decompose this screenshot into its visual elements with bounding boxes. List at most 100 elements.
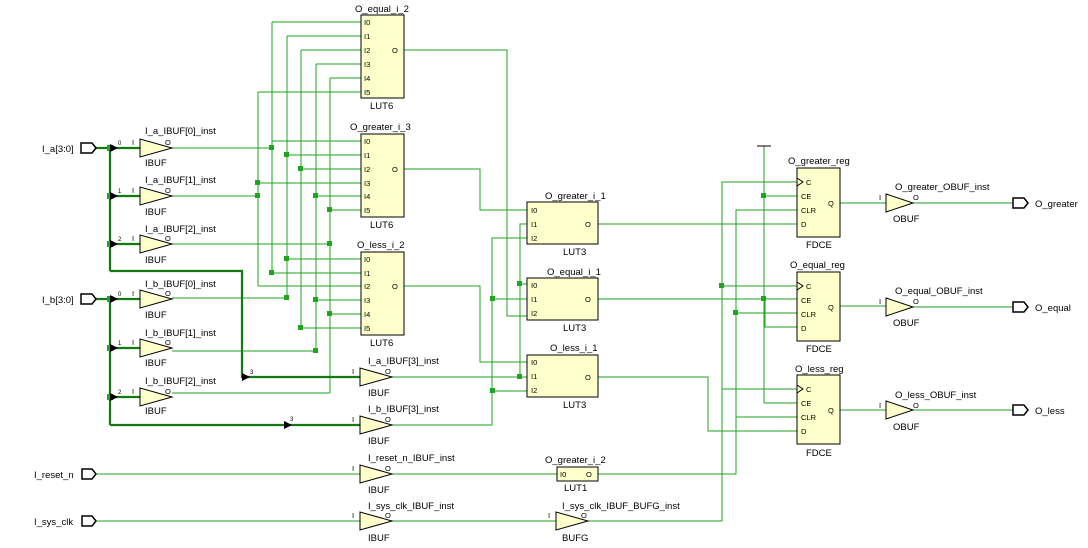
lut-lt1[interactable]: O_less_i_1 I0 I1 I2 O LUT3 <box>526 343 599 411</box>
pin-label: I <box>548 511 550 520</box>
output-port-greater[interactable]: O_greater <box>1012 197 1078 210</box>
bit-label: 0 <box>118 292 122 298</box>
pin-label: C <box>806 282 812 291</box>
cell-type: IBUF <box>145 406 167 417</box>
cell-name: I_sys_clk_IBUF_BUFG_inst <box>562 501 680 512</box>
pin-label: O <box>585 220 591 229</box>
pin-label: I <box>132 387 134 396</box>
pin-label: I <box>352 464 354 473</box>
input-port-b[interactable]: I_b[3:0] <box>42 293 97 306</box>
port-label: O_less <box>1035 406 1065 417</box>
pin-label: O <box>165 138 171 147</box>
pin-label: I3 <box>364 60 370 69</box>
input-port-a[interactable]: I_a[3:0] <box>42 142 97 155</box>
pin-label: O <box>165 289 171 298</box>
cell-type: LUT3 <box>563 400 586 411</box>
pin-label: I <box>879 193 881 202</box>
pin-label: O <box>913 401 919 410</box>
pin-label: I0 <box>531 281 537 290</box>
pin-label: O <box>385 415 391 424</box>
pin-label: O <box>165 387 171 396</box>
pin-label: Q <box>828 199 834 208</box>
pin-label: CE <box>801 296 811 305</box>
cell-type: LUT1 <box>564 483 587 494</box>
pin-label: I5 <box>364 324 370 333</box>
lut-eq1[interactable]: O_equal_i_1 I0 I1 I2 O LUT3 <box>526 267 601 334</box>
cell-type: FDCE <box>806 344 832 355</box>
ibuf-b2[interactable]: I_b_IBUF[2]_inst I O IBUF <box>132 376 216 417</box>
port-arrow-icon <box>1012 404 1029 416</box>
lut-gt1[interactable]: O_greater_i_1 I0 I1 I2 O LUT3 <box>526 191 606 258</box>
port-arrow-icon <box>1012 197 1029 209</box>
input-port-clk[interactable]: I_sys_clk <box>34 515 97 528</box>
bit-label: 2 <box>118 237 122 243</box>
pin-label: I <box>132 234 134 243</box>
cell-name: O_greater_i_1 <box>545 191 606 202</box>
ibuf-clk[interactable]: I_sys_clk_IBUF_inst I O IBUF <box>352 501 454 544</box>
cell-name: O_equal_OBUF_inst <box>895 286 983 297</box>
port-arrow-icon <box>80 142 97 154</box>
pin-label: I <box>879 401 881 410</box>
pin-label: O <box>165 186 171 195</box>
port-arrow-icon <box>81 515 97 527</box>
pin-label: I3 <box>364 179 370 188</box>
pin-label: I0 <box>531 358 537 367</box>
pin-label: Q <box>828 406 834 415</box>
pin-label: I5 <box>364 206 370 215</box>
schematic-canvas: 0 1 2 0 1 2 3 3 I_a[3:0] I_b[3:0] I_rese… <box>34 4 1078 544</box>
cell-type: IBUF <box>145 158 167 169</box>
cell-type: IBUF <box>368 485 390 496</box>
port-label: I_reset_n <box>34 470 74 481</box>
bit-label: 1 <box>118 341 122 347</box>
pin-label: O <box>385 511 391 520</box>
pin-label: I2 <box>531 386 537 395</box>
cell-name: O_less_i_2 <box>357 240 405 251</box>
pin-label: I0 <box>364 137 370 146</box>
port-arrow-icon <box>80 293 97 305</box>
cell-name: O_greater_reg <box>788 156 850 167</box>
input-port-reset[interactable]: I_reset_n <box>34 468 97 481</box>
bit-label: 2 <box>118 390 122 396</box>
cell-name: O_greater_i_3 <box>350 122 411 133</box>
cell-name: I_b_IBUF[1]_inst <box>145 328 216 339</box>
bufg-clk[interactable]: I_sys_clk_IBUF_BUFG_inst I O BUFG <box>548 501 680 544</box>
lut-eq2[interactable]: O_equal_i_2 I0 I1 I2 I3 I4 I5 O LUT6 <box>355 4 409 112</box>
pin-label: I <box>879 297 881 306</box>
pin-label: O <box>586 470 592 479</box>
cell-type: BUFG <box>562 533 588 544</box>
pin-label: I1 <box>531 295 537 304</box>
cell-name: O_equal_reg <box>790 260 845 271</box>
pin-label: I <box>132 138 134 147</box>
pin-label: D <box>801 220 807 229</box>
pin-label: I4 <box>364 310 370 319</box>
cell-type: IBUF <box>145 310 167 321</box>
ibuf-b1[interactable]: I_b_IBUF[1]_inst I O IBUF <box>132 328 216 369</box>
cell-type: OBUF <box>893 318 920 329</box>
reg-less[interactable]: O_less_reg C CE CLR D Q FDCE <box>795 364 844 459</box>
pin-label: CLR <box>801 310 817 319</box>
cell-type: IBUF <box>368 388 390 399</box>
cell-name: I_b_IBUF[0]_inst <box>145 279 216 290</box>
cell-type: IBUF <box>145 358 167 369</box>
cell-type: LUT3 <box>563 247 586 258</box>
ibuf-b0[interactable]: I_b_IBUF[0]_inst I O IBUF <box>132 279 216 321</box>
cell-body <box>360 14 405 99</box>
lut-lt2[interactable]: O_less_i_2 I0 I1 I2 I3 I4 I5 O LUT6 <box>357 240 405 349</box>
pin-label: O <box>385 464 391 473</box>
cell-type: LUT6 <box>370 101 393 112</box>
output-port-equal[interactable]: O_equal <box>1012 301 1071 314</box>
reg-equal[interactable]: O_equal_reg C CE CLR D Q FDCE <box>790 260 845 355</box>
pin-label: O <box>585 373 591 382</box>
bit-label: 3 <box>290 417 294 423</box>
pin-label: I1 <box>364 32 370 41</box>
port-label: O_greater <box>1035 199 1078 210</box>
lut-gt3[interactable]: O_greater_i_3 I0 I1 I2 I3 I4 I5 O LUT6 <box>350 122 411 231</box>
pin-label: O <box>392 46 398 55</box>
output-port-less[interactable]: O_less <box>1012 404 1065 417</box>
obuf-less[interactable]: O_less_OBUF_inst I O OBUF <box>879 390 977 433</box>
pin-label: O <box>165 338 171 347</box>
pin-label: I1 <box>531 220 537 229</box>
pin-label: CLR <box>801 206 817 215</box>
ibuf-a2[interactable]: I_a_IBUF[2]_inst I O IBUF <box>132 224 216 266</box>
cell-type: LUT3 <box>563 323 586 334</box>
